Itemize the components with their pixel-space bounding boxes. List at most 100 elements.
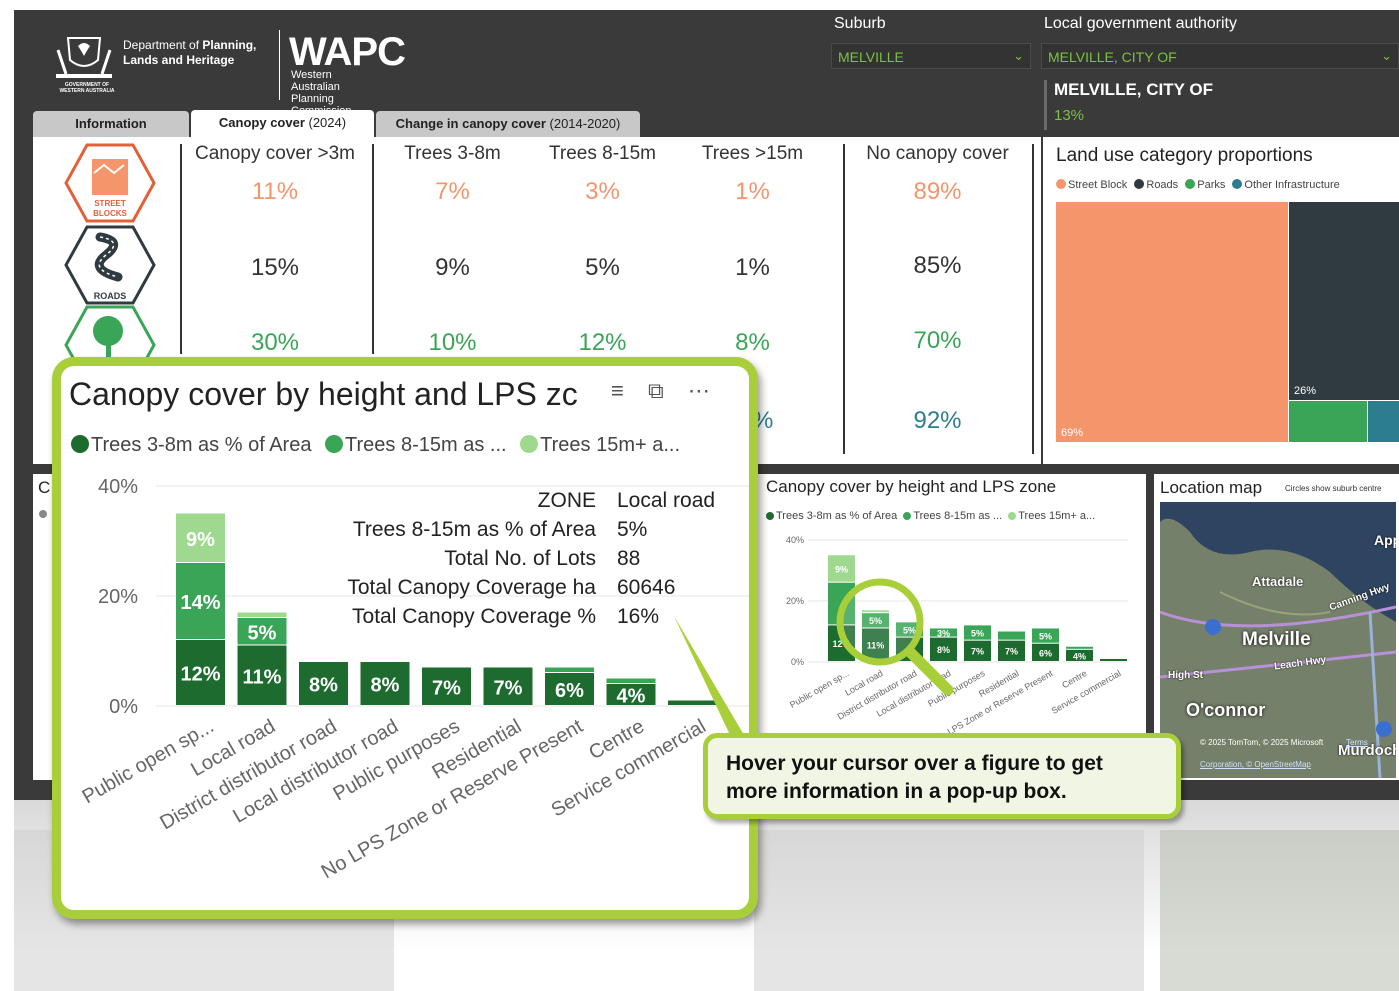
- popup-icons: ≡ ⧉ ⋯: [611, 378, 710, 404]
- lga-value: MELVILLE, CITY OF: [1048, 49, 1177, 65]
- tooltip-value: 16%: [617, 605, 660, 628]
- treemap-street-block[interactable]: 69%: [1056, 202, 1288, 442]
- suburb-label: Suburb: [834, 15, 886, 32]
- roads-icon: ROADS: [64, 225, 156, 305]
- parks-no-canopy-value: 70%: [913, 327, 962, 354]
- hover-tip-callout: Hover your cursor over a figure to get mo…: [703, 733, 1181, 819]
- data-label: 12%: [180, 664, 220, 686]
- street-3-8m-value: 7%: [435, 178, 470, 205]
- suburb-value: MELVILLE: [838, 49, 904, 65]
- tooltip-key: Total Canopy Coverage ha: [347, 576, 596, 599]
- data-label: 4%: [617, 686, 646, 708]
- legend-dot: [1185, 179, 1196, 189]
- tooltip-value: 5%: [617, 518, 648, 541]
- legend-dot: [1232, 179, 1243, 189]
- bar-segment: [1100, 658, 1127, 661]
- data-label: 4%: [1073, 651, 1086, 661]
- y-tick-label: 0%: [791, 657, 804, 667]
- data-label: 7%: [494, 677, 523, 699]
- bar-segment: [1066, 646, 1093, 649]
- header-trees-8-15m: Trees 8-15m: [549, 143, 656, 164]
- svg-text:ROADS: ROADS: [94, 291, 127, 301]
- divider: [843, 144, 845, 454]
- roads-no-canopy-value: 85%: [913, 252, 962, 279]
- bar-segment: [545, 667, 594, 672]
- tab-information[interactable]: Information: [33, 111, 189, 137]
- data-label: 7%: [1005, 647, 1018, 657]
- y-tick-label: 40%: [786, 535, 804, 545]
- icon-label-street: STREET: [94, 199, 126, 208]
- street-no-canopy-value: 89%: [913, 178, 962, 205]
- header-canopy-cover: Canopy cover >3m: [195, 143, 355, 164]
- tooltip-value: 60646: [617, 576, 676, 599]
- map-credit-2[interactable]: Corporation, © OpenStreetMap: [1200, 760, 1311, 769]
- parks-15m-value: 8%: [735, 329, 770, 356]
- lga-dropdown[interactable]: MELVILLE, CITY OF ⌄: [1041, 43, 1399, 69]
- treemap-roads[interactable]: 26%: [1289, 202, 1399, 400]
- treemap-other[interactable]: [1368, 401, 1399, 442]
- parks-icon: [64, 305, 156, 365]
- y-tick-label: 0%: [109, 696, 138, 718]
- divider: [180, 144, 182, 354]
- parks-8-15m-value: 12%: [578, 329, 627, 356]
- tooltip-key: Trees 8-15m as % of Area: [352, 518, 596, 541]
- street-8-15m-value: 3%: [585, 178, 620, 205]
- map-terms-link[interactable]: Terms: [1346, 738, 1368, 747]
- filter-icon[interactable]: ≡: [611, 378, 624, 403]
- map-label-attadale: Attadale: [1252, 574, 1304, 589]
- header-trees-3-8m: Trees 3-8m: [404, 143, 501, 164]
- tab-canopy-cover[interactable]: Canopy cover (2024): [191, 110, 374, 138]
- map-title: Location map: [1160, 478, 1263, 497]
- map-label-high-st: High St: [1168, 670, 1203, 681]
- chevron-down-icon: ⌄: [1381, 48, 1392, 63]
- location-map[interactable]: Attadale Melville O'connor Apple High St…: [1160, 502, 1396, 778]
- lga-canopy-percent: 13%: [1054, 107, 1085, 124]
- tooltip-key: Total Canopy Coverage %: [352, 605, 596, 628]
- data-label: 8%: [309, 675, 338, 697]
- map-label-oconnor: O'connor: [1186, 700, 1266, 720]
- bar-segment: [606, 678, 656, 683]
- street-15m-value: 1%: [735, 178, 770, 205]
- data-label: 5%: [971, 628, 984, 638]
- parks-canopy-value: 30%: [250, 329, 300, 356]
- lga-label: Local government authority: [1044, 15, 1237, 32]
- data-label: 5%: [248, 622, 277, 644]
- data-label: 9%: [186, 529, 215, 551]
- treemap-legend: Street Block Roads Parks Other Infrastru…: [1056, 179, 1340, 191]
- data-label: 14%: [180, 592, 220, 614]
- legend-dot: [1056, 179, 1066, 189]
- tooltip-value: Local road: [617, 489, 716, 512]
- y-tick-label: 40%: [98, 476, 138, 498]
- map-label-melville: Melville: [1242, 629, 1311, 650]
- department-name: Department of Planning, Lands and Herita…: [123, 38, 257, 67]
- legend-dot: [1134, 179, 1145, 189]
- lga-name: MELVILLE, CITY OF: [1054, 80, 1213, 99]
- suburb-dropdown[interactable]: MELVILLE ⌄: [831, 43, 1031, 69]
- more-options-icon[interactable]: ⋯: [688, 378, 710, 403]
- data-label: 8%: [371, 675, 400, 697]
- crest-caption: GOVERNMENT OF WESTERN AUSTRALIA: [59, 82, 115, 94]
- treemap-parks[interactable]: [1289, 401, 1367, 442]
- data-label: 6%: [555, 680, 584, 702]
- popup-legend: Trees 3-8m as % of Area Trees 8-15m as .…: [71, 434, 680, 457]
- parks-3-8m-value: 10%: [428, 329, 477, 356]
- data-label: 6%: [1039, 648, 1052, 658]
- data-label: 11%: [243, 666, 282, 688]
- small-chart-legend: Trees 3-8m as % of Area Trees 8-15m as .…: [766, 510, 1095, 522]
- small-chart-title: Canopy cover by height and LPS zone: [766, 477, 1057, 496]
- divider: [372, 144, 374, 354]
- data-label: 5%: [1039, 631, 1052, 641]
- y-tick-label: 20%: [786, 596, 804, 606]
- y-tick-label: 20%: [98, 586, 138, 608]
- map-subtitle: Circles show suburb centre: [1285, 484, 1382, 493]
- roads-8-15m-value: 5%: [585, 254, 620, 281]
- treemap-title: Land use category proportions: [1056, 145, 1313, 166]
- svg-text:BLOCKS: BLOCKS: [93, 209, 127, 218]
- tooltip-key: Total No. of Lots: [444, 547, 596, 570]
- focus-mode-icon[interactable]: ⧉: [648, 378, 664, 403]
- popup-title: Canopy cover by height and LPS zc: [69, 376, 578, 412]
- chevron-down-icon: ⌄: [1013, 48, 1024, 63]
- chart-popup: Canopy cover by height and LPS zc ≡ ⧉ ⋯ …: [52, 357, 758, 919]
- tab-change-in-canopy[interactable]: Change in canopy cover (2014-2020): [376, 111, 640, 137]
- lga-accent-bar: [1044, 80, 1047, 130]
